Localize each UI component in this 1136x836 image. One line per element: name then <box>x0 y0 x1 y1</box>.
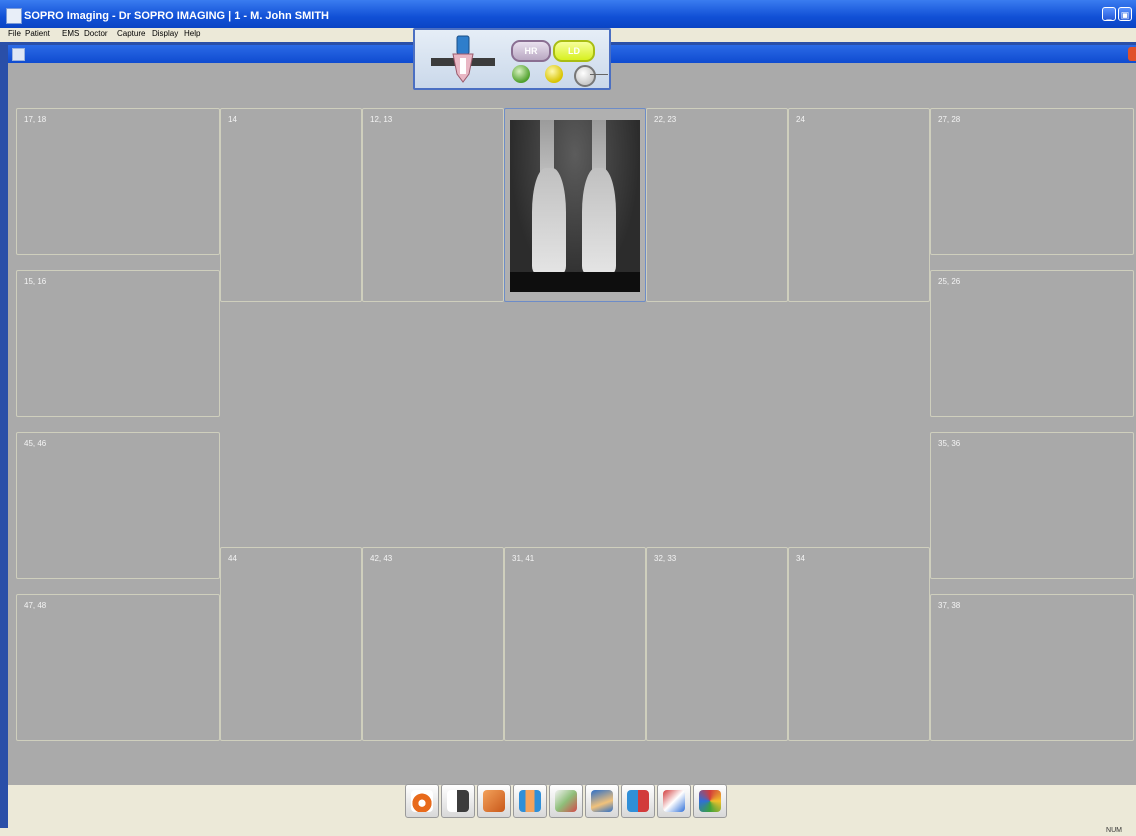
panoramic-icon[interactable] <box>405 784 439 818</box>
yellow-led-icon <box>545 65 563 83</box>
tooth-slot-44[interactable]: 44 <box>220 547 362 741</box>
tooth-slot-32-33[interactable]: 32, 33 <box>646 547 788 741</box>
slot-label: 32, 33 <box>654 554 677 563</box>
slot-label: 24 <box>796 115 805 124</box>
menu-doctor[interactable]: Doctor <box>84 29 108 38</box>
tooth-slot-24[interactable]: 24 <box>788 108 930 302</box>
green-led-icon <box>512 65 530 83</box>
tooth-slot-12-13[interactable]: 12, 13 <box>362 108 504 302</box>
tooth-slot-47-48[interactable]: 47, 48 <box>16 594 220 741</box>
close-icon[interactable] <box>1128 47 1136 61</box>
hr-mode-button[interactable]: HR <box>511 40 551 62</box>
tooth-slot-27-28[interactable]: 27, 28 <box>930 108 1134 255</box>
tooth-slot-15-16[interactable]: 15, 16 <box>16 270 220 417</box>
slot-label: 47, 48 <box>24 601 47 610</box>
restore-icon[interactable]: ▣ <box>1118 7 1132 21</box>
tooth-slot-35-36[interactable]: 35, 36 <box>930 432 1134 579</box>
slot-label: 15, 16 <box>24 277 47 286</box>
tooth-slot-31-41[interactable]: 31, 41 <box>504 547 646 741</box>
slot-label: 35, 36 <box>938 439 961 448</box>
xray-image[interactable] <box>510 120 640 292</box>
xray-shadow <box>510 272 640 292</box>
slot-label: 44 <box>228 554 237 563</box>
num-lock-indicator: NUM <box>1106 827 1122 834</box>
menu-file[interactable]: File <box>8 29 21 38</box>
ld-mode-button[interactable]: LD <box>553 40 595 62</box>
slot-label: 34 <box>796 554 805 563</box>
slot-label: 17, 18 <box>24 115 47 124</box>
tooth-slot-45-46[interactable]: 45, 46 <box>16 432 220 579</box>
menu-display[interactable]: Display <box>152 29 178 38</box>
status-bar: NUM <box>0 827 1136 836</box>
export-icon[interactable] <box>657 784 691 818</box>
tooth-slot-with-xray[interactable] <box>504 108 646 302</box>
intraoral-camera-icon[interactable] <box>549 784 583 818</box>
cube-icon[interactable] <box>693 784 727 818</box>
slot-label: 25, 26 <box>938 277 961 286</box>
slot-label: 12, 13 <box>370 115 393 124</box>
menu-ems[interactable]: EMS <box>62 29 79 38</box>
3d-view-icon[interactable] <box>585 784 619 818</box>
tooth-icon[interactable] <box>441 784 475 818</box>
led-connector <box>590 74 608 75</box>
white-led-icon <box>574 65 596 87</box>
slot-label: 31, 41 <box>512 554 535 563</box>
sensor-device-icon <box>431 35 495 83</box>
slot-label: 27, 28 <box>938 115 961 124</box>
slot-label: 14 <box>228 115 237 124</box>
workspace: 17, 18 14 12, 13 22, 23 24 27, 28 15, 16… <box>8 63 1136 785</box>
tooth-slot-14[interactable]: 14 <box>220 108 362 302</box>
tooth-slot-42-43[interactable]: 42, 43 <box>362 547 504 741</box>
menu-patient[interactable]: Patient <box>25 29 50 38</box>
compare-icon[interactable] <box>621 784 655 818</box>
slot-label: 22, 23 <box>654 115 677 124</box>
menu-help[interactable]: Help <box>184 29 200 38</box>
tooth-crown <box>532 168 566 278</box>
slot-label: 37, 38 <box>938 601 961 610</box>
tooth-slot-22-23[interactable]: 22, 23 <box>646 108 788 302</box>
tooth-slot-17-18[interactable]: 17, 18 <box>16 108 220 255</box>
tooth-slot-34[interactable]: 34 <box>788 547 930 741</box>
tooth-crown <box>582 168 616 278</box>
menu-capture[interactable]: Capture <box>117 29 145 38</box>
window-title: SOPRO Imaging - Dr SOPRO IMAGING | 1 - M… <box>24 10 329 22</box>
tooth-slot-37-38[interactable]: 37, 38 <box>930 594 1134 741</box>
bitewing-icon[interactable] <box>477 784 511 818</box>
app-icon[interactable] <box>6 8 22 24</box>
document-icon[interactable] <box>12 48 25 61</box>
title-bar: SOPRO Imaging - Dr SOPRO IMAGING | 1 - M… <box>0 0 1136 28</box>
occlusal-icon[interactable] <box>513 784 547 818</box>
slot-label: 45, 46 <box>24 439 47 448</box>
slot-label: 42, 43 <box>370 554 393 563</box>
tooth-slot-25-26[interactable]: 25, 26 <box>930 270 1134 417</box>
sensor-status-panel: HR LD <box>413 28 611 90</box>
minimize-icon[interactable]: _ <box>1102 7 1116 21</box>
